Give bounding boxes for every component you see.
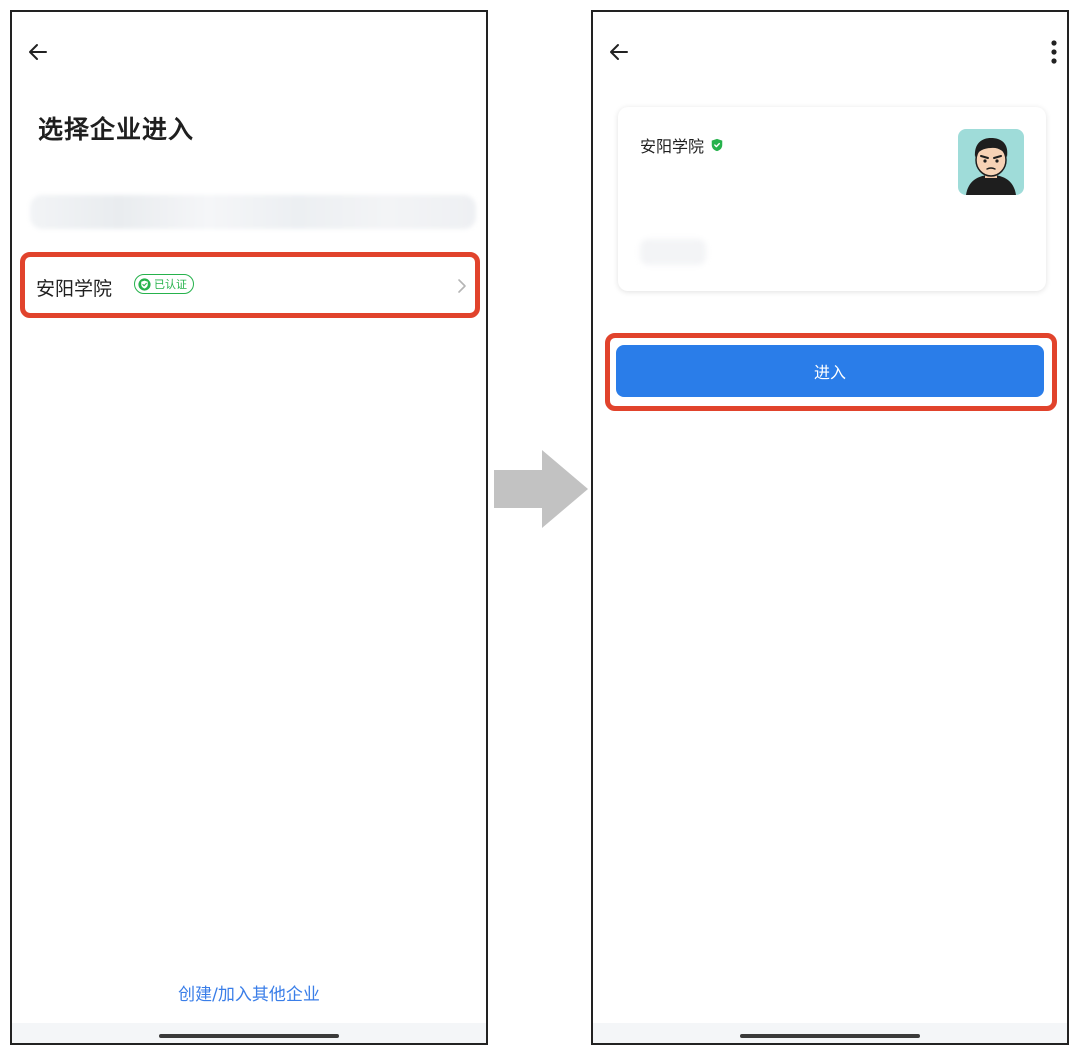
highlight-box-org-row xyxy=(20,252,480,318)
highlight-box-enter-button xyxy=(605,333,1057,411)
org-card: 安阳学院 xyxy=(618,107,1046,291)
home-bar-area xyxy=(593,1023,1067,1043)
back-arrow-icon[interactable] xyxy=(26,40,50,64)
avatar-icon xyxy=(958,129,1024,195)
right-screen: 安阳学院 进入 xyxy=(591,10,1069,1045)
create-join-org-link[interactable]: 创建/加入其他企业 xyxy=(12,980,486,1005)
blurred-org-row[interactable] xyxy=(30,195,476,229)
transition-arrow-icon xyxy=(494,450,588,528)
blurred-info xyxy=(640,239,706,265)
left-screen: 选择企业进入 安阳学院 已认证 创建/加入其他企业 xyxy=(10,10,488,1045)
shield-check-icon xyxy=(711,138,723,152)
home-indicator[interactable] xyxy=(740,1034,920,1038)
home-indicator[interactable] xyxy=(159,1034,339,1038)
back-arrow-icon[interactable] xyxy=(607,40,631,64)
home-bar-area xyxy=(12,1023,486,1043)
avatar[interactable] xyxy=(958,129,1024,195)
more-vertical-icon[interactable] xyxy=(1049,38,1059,66)
page-title: 选择企业进入 xyxy=(38,115,195,144)
card-org-name: 安阳学院 xyxy=(640,133,724,157)
card-org-name-text: 安阳学院 xyxy=(640,137,705,156)
